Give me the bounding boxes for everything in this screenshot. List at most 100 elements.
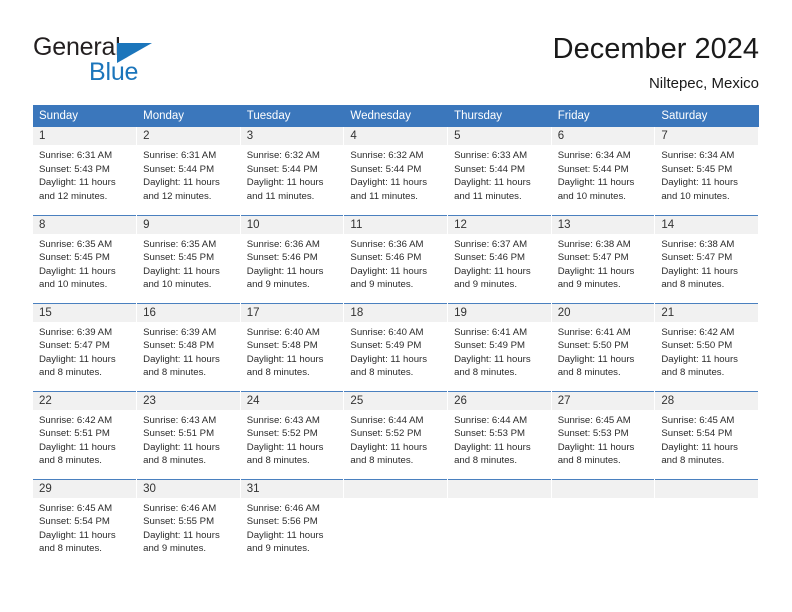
calendar-cell-day[interactable]: 23 Sunrise: 6:43 AM Sunset: 5:51 PM Dayligh… [136, 390, 241, 479]
sunset-text: Sunset: 5:49 PM [454, 340, 525, 352]
sunrise-text: Sunrise: 6:35 AM [39, 238, 113, 250]
calendar-cell-day[interactable]: 17 Sunrise: 6:40 AM Sunset: 5:48 PM Dayligh… [240, 302, 345, 391]
calendar-cell-day[interactable]: 3 Sunrise: 6:32 AM Sunset: 5:44 PM Daylight… [240, 127, 345, 215]
sunset-text: Sunset: 5:44 PM [246, 163, 318, 175]
daylight-text-line2: and 8 minutes. [350, 455, 414, 467]
calendar-cell-day[interactable]: 16 Sunrise: 6:39 AM Sunset: 5:48 PM Dayligh… [136, 302, 241, 391]
sunset-text: Sunset: 5:50 PM [661, 340, 733, 352]
day-details: Sunrise: 6:38 AM Sunset: 5:47 PM Daylight:… [552, 234, 655, 292]
calendar-cell-day[interactable]: 22 Sunrise: 6:42 AM Sunset: 5:51 PM Dayligh… [33, 390, 138, 479]
day-details: Sunrise: 6:43 AM Sunset: 5:52 PM Daylight:… [241, 410, 344, 468]
calendar-cell-empty [343, 478, 449, 567]
day-details: Sunrise: 6:36 AM Sunset: 5:46 PM Daylight:… [344, 234, 447, 292]
sunset-text: Sunset: 5:48 PM [143, 340, 215, 352]
calendar-cell-inner: 16 Sunrise: 6:39 AM Sunset: 5:48 PM Dayligh… [137, 303, 240, 391]
calendar-cell-day[interactable]: 4 Sunrise: 6:32 AM Sunset: 5:44 PM Daylight… [343, 127, 449, 215]
calendar-cell-day[interactable]: 21 Sunrise: 6:42 AM Sunset: 5:50 PM Dayligh… [654, 302, 759, 391]
day-details: Sunrise: 6:32 AM Sunset: 5:44 PM Daylight:… [241, 145, 344, 203]
calendar-cell-day[interactable]: 15 Sunrise: 6:39 AM Sunset: 5:47 PM Dayligh… [33, 302, 138, 391]
calendar-cell-day[interactable]: 30 Sunrise: 6:46 AM Sunset: 5:55 PM Dayligh… [136, 478, 241, 567]
sunrise-text: Sunrise: 6:44 AM [350, 414, 424, 426]
calendar-cell-day[interactable]: 26 Sunrise: 6:44 AM Sunset: 5:53 PM Dayligh… [447, 390, 552, 479]
calendar-cell-day[interactable]: 1 Sunrise: 6:31 AM Sunset: 5:43 PM Daylight… [33, 127, 138, 215]
daylight-text-line1: Daylight: 11 hours [661, 177, 738, 189]
calendar-cell-day[interactable]: 12 Sunrise: 6:37 AM Sunset: 5:46 PM Dayligh… [447, 214, 552, 303]
day-details: Sunrise: 6:42 AM Sunset: 5:50 PM Daylight:… [655, 322, 758, 380]
calendar-cell-empty [447, 478, 552, 567]
daylight-text-line2: and 8 minutes. [454, 367, 517, 379]
sunrise-text: Sunrise: 6:32 AM [246, 150, 320, 161]
calendar-cell-day[interactable]: 28 Sunrise: 6:45 AM Sunset: 5:54 PM Dayligh… [654, 390, 759, 479]
daylight-text-line2: and 8 minutes. [39, 543, 102, 555]
day-number: 13 [551, 215, 655, 234]
sunset-text: Sunset: 5:45 PM [143, 252, 215, 264]
daylight-text-line1: Daylight: 11 hours [454, 353, 531, 365]
weekday-header-friday: Friday [551, 105, 656, 127]
daylight-text-line1: Daylight: 11 hours [246, 353, 324, 365]
sunset-text: Sunset: 5:55 PM [143, 516, 215, 528]
sunset-text: Sunset: 5:53 PM [557, 428, 629, 440]
weekday-header-wednesday: Wednesday [343, 105, 449, 127]
calendar-cell-day[interactable]: 24 Sunrise: 6:43 AM Sunset: 5:52 PM Dayligh… [240, 390, 345, 479]
day-details [344, 498, 447, 502]
sunrise-text: Sunrise: 6:35 AM [143, 238, 217, 250]
calendar-cell-day[interactable]: 14 Sunrise: 6:38 AM Sunset: 5:47 PM Dayligh… [654, 214, 759, 303]
day-number [655, 479, 758, 498]
calendar-cell-day[interactable]: 25 Sunrise: 6:44 AM Sunset: 5:52 PM Dayligh… [343, 390, 449, 479]
calendar-cell-day[interactable]: 5 Sunrise: 6:33 AM Sunset: 5:44 PM Daylight… [447, 127, 552, 215]
day-number: 28 [655, 391, 758, 410]
calendar-cell-day[interactable]: 19 Sunrise: 6:41 AM Sunset: 5:49 PM Dayligh… [447, 302, 552, 391]
sunset-text: Sunset: 5:54 PM [39, 516, 110, 528]
calendar-cell-inner: 21 Sunrise: 6:42 AM Sunset: 5:50 PM Dayligh… [655, 303, 758, 391]
sunset-text: Sunset: 5:46 PM [350, 252, 422, 264]
calendar-cell-inner: 23 Sunrise: 6:43 AM Sunset: 5:51 PM Dayligh… [137, 391, 240, 479]
sunset-text: Sunset: 5:51 PM [39, 428, 110, 440]
day-number: 30 [137, 479, 240, 498]
calendar-cell-inner: 28 Sunrise: 6:45 AM Sunset: 5:54 PM Dayligh… [655, 391, 758, 479]
calendar-cell-inner: 5 Sunrise: 6:33 AM Sunset: 5:44 PM Daylight… [448, 127, 551, 215]
page-title: December 2024 [552, 33, 759, 65]
calendar-cell-inner: 26 Sunrise: 6:44 AM Sunset: 5:53 PM Dayligh… [448, 391, 551, 479]
calendar-cell-inner: 11 Sunrise: 6:36 AM Sunset: 5:46 PM Dayligh… [344, 215, 448, 303]
daylight-text-line2: and 8 minutes. [39, 455, 102, 467]
calendar-cell-day[interactable]: 2 Sunrise: 6:31 AM Sunset: 5:44 PM Daylight… [136, 127, 241, 215]
daylight-text-line1: Daylight: 11 hours [39, 177, 116, 189]
calendar-cell-day[interactable]: 27 Sunrise: 6:45 AM Sunset: 5:53 PM Dayligh… [551, 390, 656, 479]
daylight-text-line2: and 10 minutes. [39, 279, 108, 291]
day-number: 5 [448, 127, 551, 145]
calendar-cell-day[interactable]: 9 Sunrise: 6:35 AM Sunset: 5:45 PM Daylight… [136, 214, 241, 303]
daylight-text-line1: Daylight: 11 hours [143, 353, 220, 365]
day-number: 4 [344, 127, 448, 145]
calendar-page: General Blue December 2024 Niltepec, Mex… [0, 0, 792, 612]
calendar-cell-day[interactable]: 31 Sunrise: 6:46 AM Sunset: 5:56 PM Dayligh… [240, 478, 345, 567]
calendar-cell-inner: 22 Sunrise: 6:42 AM Sunset: 5:51 PM Dayligh… [33, 391, 137, 479]
calendar-cell-day[interactable]: 10 Sunrise: 6:36 AM Sunset: 5:46 PM Dayligh… [240, 214, 345, 303]
sunrise-text: Sunrise: 6:31 AM [39, 150, 113, 161]
calendar-cell-inner [655, 479, 758, 568]
day-number: 29 [33, 479, 137, 498]
sunrise-text: Sunrise: 6:46 AM [143, 502, 217, 514]
sunset-text: Sunset: 5:46 PM [454, 252, 525, 264]
daylight-text-line2: and 8 minutes. [454, 455, 517, 467]
calendar-cell-day[interactable]: 8 Sunrise: 6:35 AM Sunset: 5:45 PM Daylight… [33, 214, 138, 303]
calendar-cell-inner: 18 Sunrise: 6:40 AM Sunset: 5:49 PM Dayligh… [344, 303, 448, 391]
sunset-text: Sunset: 5:45 PM [661, 163, 733, 175]
sunrise-text: Sunrise: 6:45 AM [557, 414, 631, 426]
calendar-cell-day[interactable]: 29 Sunrise: 6:45 AM Sunset: 5:54 PM Dayligh… [33, 478, 138, 567]
day-number: 19 [448, 303, 551, 322]
brand-name-general: General [33, 33, 121, 61]
calendar-cell-day[interactable]: 6 Sunrise: 6:34 AM Sunset: 5:44 PM Daylight… [551, 127, 656, 215]
daylight-text-line2: and 8 minutes. [661, 367, 725, 379]
calendar-cell-empty [654, 478, 759, 568]
day-details: Sunrise: 6:34 AM Sunset: 5:44 PM Daylight:… [552, 145, 655, 203]
day-number: 25 [344, 391, 448, 410]
calendar-cell-day[interactable]: 18 Sunrise: 6:40 AM Sunset: 5:49 PM Dayligh… [343, 302, 449, 391]
calendar-cell-day[interactable]: 7 Sunrise: 6:34 AM Sunset: 5:45 PM Daylight… [654, 127, 759, 215]
daylight-text-line2: and 10 minutes. [661, 190, 730, 202]
calendar-cell-day[interactable]: 13 Sunrise: 6:38 AM Sunset: 5:47 PM Dayligh… [551, 214, 656, 303]
calendar-cell-day[interactable]: 11 Sunrise: 6:36 AM Sunset: 5:46 PM Dayligh… [343, 214, 449, 303]
calendar-cell-inner: 6 Sunrise: 6:34 AM Sunset: 5:44 PM Daylight… [551, 127, 655, 215]
calendar-cell-day[interactable]: 20 Sunrise: 6:41 AM Sunset: 5:50 PM Dayligh… [551, 302, 656, 391]
daylight-text-line2: and 12 minutes. [39, 190, 108, 202]
calendar-week-row: 8 Sunrise: 6:35 AM Sunset: 5:45 PM Daylight… [33, 214, 759, 303]
